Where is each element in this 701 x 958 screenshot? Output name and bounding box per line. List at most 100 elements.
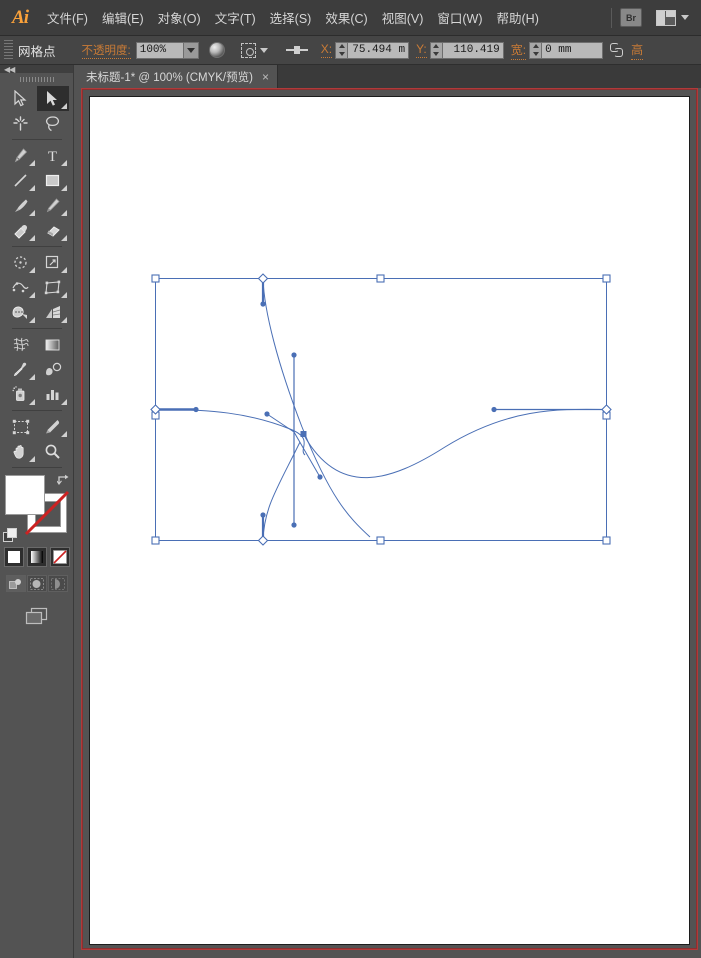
menu-help[interactable]: 帮助(H) <box>490 0 546 36</box>
slice-icon <box>45 420 59 434</box>
blob-brush-icon <box>13 224 27 239</box>
arrange-documents-button[interactable] <box>656 9 689 26</box>
fill-gradient-mode-button[interactable] <box>26 547 47 567</box>
flyout-triangle-icon <box>28 235 35 241</box>
canvas-area[interactable]: 溜溜自学 ZIXUE.3D66.COM <box>89 96 690 945</box>
tool-pen[interactable] <box>5 143 37 168</box>
flyout-triangle-icon <box>60 185 67 191</box>
tool-gradient[interactable] <box>37 332 69 357</box>
tool-lasso[interactable] <box>37 111 69 136</box>
tool-eraser[interactable] <box>37 218 69 243</box>
menu-select[interactable]: 选择(S) <box>263 0 319 36</box>
constrain-proportions-icon[interactable] <box>610 43 624 57</box>
draw-behind-mode-button[interactable] <box>26 575 47 592</box>
fill-color-mode-button[interactable] <box>3 547 24 567</box>
y-position-stepper[interactable]: 110.419 <box>429 41 504 59</box>
x-position-input[interactable]: 75.494 m <box>347 41 410 59</box>
draw-inside-mode-button[interactable] <box>47 575 68 592</box>
close-icon[interactable]: × <box>262 71 269 83</box>
flyout-triangle-icon <box>60 160 67 166</box>
tool-rectangle[interactable] <box>37 168 69 193</box>
menu-object[interactable]: 对象(O) <box>151 0 208 36</box>
transform-handle-icon[interactable] <box>285 45 308 55</box>
menu-effect[interactable]: 效果(C) <box>318 0 374 36</box>
tool-symbol-sprayer[interactable] <box>5 382 37 407</box>
tool-width[interactable] <box>5 275 37 300</box>
draw-behind-icon <box>29 577 44 590</box>
x-position-stepper[interactable]: 75.494 m <box>335 41 410 59</box>
flyout-triangle-icon <box>60 267 67 273</box>
selection-arrow-icon <box>14 90 27 107</box>
opacity-value[interactable]: 100% <box>135 41 184 59</box>
flyout-triangle-icon <box>28 160 35 166</box>
tool-divider <box>11 328 62 329</box>
tool-shape-builder[interactable] <box>5 300 37 325</box>
eyedropper-icon <box>13 362 27 377</box>
opacity-dropdown-button[interactable] <box>183 41 199 59</box>
tool-scale[interactable] <box>37 250 69 275</box>
tool-free-transform[interactable] <box>37 275 69 300</box>
transparency-sphere-icon[interactable] <box>208 42 225 58</box>
bridge-button[interactable]: Br <box>620 8 642 27</box>
selection-type-label: 网格点 <box>18 44 56 59</box>
collapse-panel-icon[interactable]: ◀◀ <box>4 66 15 74</box>
tool-eyedropper[interactable] <box>5 357 37 382</box>
menu-view[interactable]: 视图(V) <box>375 0 431 36</box>
default-fill-stroke-icon[interactable] <box>2 528 18 543</box>
fill-swatch[interactable] <box>4 475 45 515</box>
menu-file[interactable]: 文件(F) <box>40 0 95 36</box>
width-stepper[interactable]: 0 mm <box>529 41 604 59</box>
isolate-selection-icon <box>240 42 256 58</box>
isolate-selection-button[interactable] <box>235 42 268 58</box>
x-spinner-buttons[interactable] <box>335 41 348 59</box>
document-tab[interactable]: 未标题-1* @ 100% (CMYK/预览) × <box>78 65 278 88</box>
tools-panel-header[interactable]: ◀◀ <box>0 65 73 74</box>
tool-hand[interactable] <box>5 439 37 464</box>
hand-icon <box>13 445 24 459</box>
width-spinner-buttons[interactable] <box>529 41 542 59</box>
flyout-triangle-icon <box>28 374 35 380</box>
blend-icon <box>45 362 61 375</box>
menu-type[interactable]: 文字(T) <box>208 0 263 36</box>
tool-paintbrush[interactable] <box>5 193 37 218</box>
tools-panel-grip[interactable] <box>19 74 54 84</box>
flyout-triangle-icon <box>60 399 67 405</box>
pen-icon <box>14 148 28 163</box>
tool-line-segment[interactable] <box>5 168 37 193</box>
tool-pencil[interactable] <box>37 193 69 218</box>
tool-zoom[interactable] <box>37 439 69 464</box>
fill-none-mode-button[interactable] <box>49 547 70 567</box>
free-transform-icon <box>44 280 60 295</box>
y-position-input[interactable]: 110.419 <box>441 41 504 59</box>
tool-magic-wand[interactable] <box>5 111 37 136</box>
artboard[interactable]: 溜溜自学 ZIXUE.3D66.COM <box>89 96 690 945</box>
magic-wand-icon <box>13 116 28 131</box>
tool-artboard[interactable] <box>5 414 37 439</box>
tool-blob-brush[interactable] <box>5 218 37 243</box>
tool-column-graph[interactable] <box>37 382 69 407</box>
opacity-label[interactable]: 不透明度: <box>81 42 131 59</box>
tool-blend[interactable] <box>37 357 69 382</box>
tool-slice[interactable] <box>37 414 69 439</box>
control-bar-grip[interactable] <box>4 40 13 60</box>
opacity-combo[interactable]: 100% <box>135 41 199 59</box>
tool-type[interactable]: T <box>37 143 69 168</box>
tool-perspective-grid[interactable] <box>37 300 69 325</box>
flyout-triangle-icon <box>28 399 35 405</box>
screen-mode-button[interactable] <box>0 606 73 626</box>
flyout-triangle-icon <box>60 317 67 323</box>
tool-rotate[interactable] <box>5 250 37 275</box>
menu-edit[interactable]: 编辑(E) <box>95 0 151 36</box>
y-spinner-buttons[interactable] <box>429 41 442 59</box>
tool-selection[interactable] <box>5 86 37 111</box>
tool-direct-selection[interactable] <box>36 86 69 111</box>
tool-mesh[interactable] <box>5 332 37 357</box>
document-tab-bar: 未标题-1* @ 100% (CMYK/预览) × <box>78 65 701 88</box>
swap-fill-stroke-icon[interactable] <box>56 473 71 487</box>
gradient-mesh-artwork[interactable] <box>90 97 691 946</box>
width-input[interactable]: 0 mm <box>541 41 604 59</box>
draw-normal-mode-button[interactable] <box>5 575 26 592</box>
rectangle-icon <box>45 174 60 187</box>
menu-window[interactable]: 窗口(W) <box>430 0 489 36</box>
direct-selection-arrow-icon <box>47 91 57 106</box>
